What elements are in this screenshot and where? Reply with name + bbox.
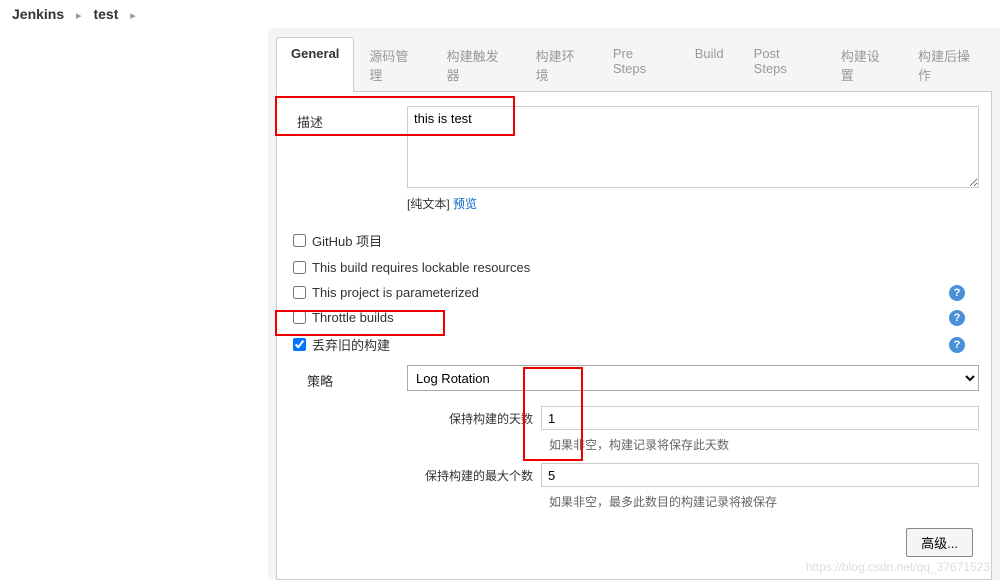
parameterized-label: This project is parameterized [312, 285, 479, 300]
throttle-builds-checkbox[interactable] [293, 311, 306, 324]
discard-old-builds-checkbox[interactable] [293, 338, 306, 351]
tab-build[interactable]: Build [680, 37, 739, 92]
max-builds-label: 保持构建的最大个数 [417, 467, 541, 484]
max-builds-desc: 如果非空，最多此数目的构建记录将被保存 [549, 487, 979, 520]
tab-scm[interactable]: 源码管理 [354, 37, 431, 92]
left-sidebar-space [0, 28, 268, 580]
throttle-builds-label: Throttle builds [312, 310, 394, 325]
tab-build-settings[interactable]: 构建设置 [826, 37, 903, 92]
help-icon[interactable]: ? [949, 285, 965, 301]
github-project-label: GitHub 项目 [312, 231, 382, 250]
tab-general[interactable]: General [276, 37, 354, 92]
max-builds-input[interactable] [541, 463, 979, 487]
tab-post-steps[interactable]: Post Steps [739, 37, 826, 92]
help-icon[interactable]: ? [949, 337, 965, 353]
tab-post-actions[interactable]: 构建后操作 [903, 37, 992, 92]
lockable-resources-checkbox[interactable] [293, 261, 306, 274]
discard-old-builds-label: 丢弃旧的构建 [312, 335, 390, 354]
chevron-right-icon: ▸ [130, 10, 136, 22]
github-project-checkbox[interactable] [293, 234, 306, 247]
tab-env[interactable]: 构建环境 [521, 37, 598, 92]
chevron-right-icon: ▸ [76, 10, 82, 22]
tab-triggers[interactable]: 构建触发器 [432, 37, 521, 92]
parameterized-checkbox[interactable] [293, 286, 306, 299]
config-tabs: General 源码管理 构建触发器 构建环境 Pre Steps Build … [276, 36, 992, 92]
days-to-keep-input[interactable] [541, 406, 979, 430]
breadcrumb-item[interactable]: test [93, 6, 118, 22]
breadcrumb: Jenkins ▸ test ▸ [0, 0, 1000, 28]
help-icon[interactable]: ? [949, 310, 965, 326]
days-to-keep-desc: 如果非空，构建记录将保存此天数 [549, 430, 979, 463]
description-label: 描述 [289, 106, 407, 137]
description-textarea[interactable]: this is test [407, 106, 979, 188]
advanced-button[interactable]: 高级... [906, 528, 973, 557]
description-hint: [纯文本] 预览 [407, 195, 979, 212]
tab-pre-steps[interactable]: Pre Steps [598, 37, 680, 92]
lockable-resources-label: This build requires lockable resources [312, 260, 530, 275]
strategy-select[interactable]: Log Rotation [407, 365, 979, 391]
preview-link[interactable]: 预览 [453, 197, 477, 211]
strategy-label: 策略 [289, 365, 407, 396]
watermark-text: https://blog.csdn.net/qq_37671523 [806, 560, 990, 574]
breadcrumb-root[interactable]: Jenkins [12, 6, 64, 22]
days-to-keep-label: 保持构建的天数 [417, 410, 541, 427]
